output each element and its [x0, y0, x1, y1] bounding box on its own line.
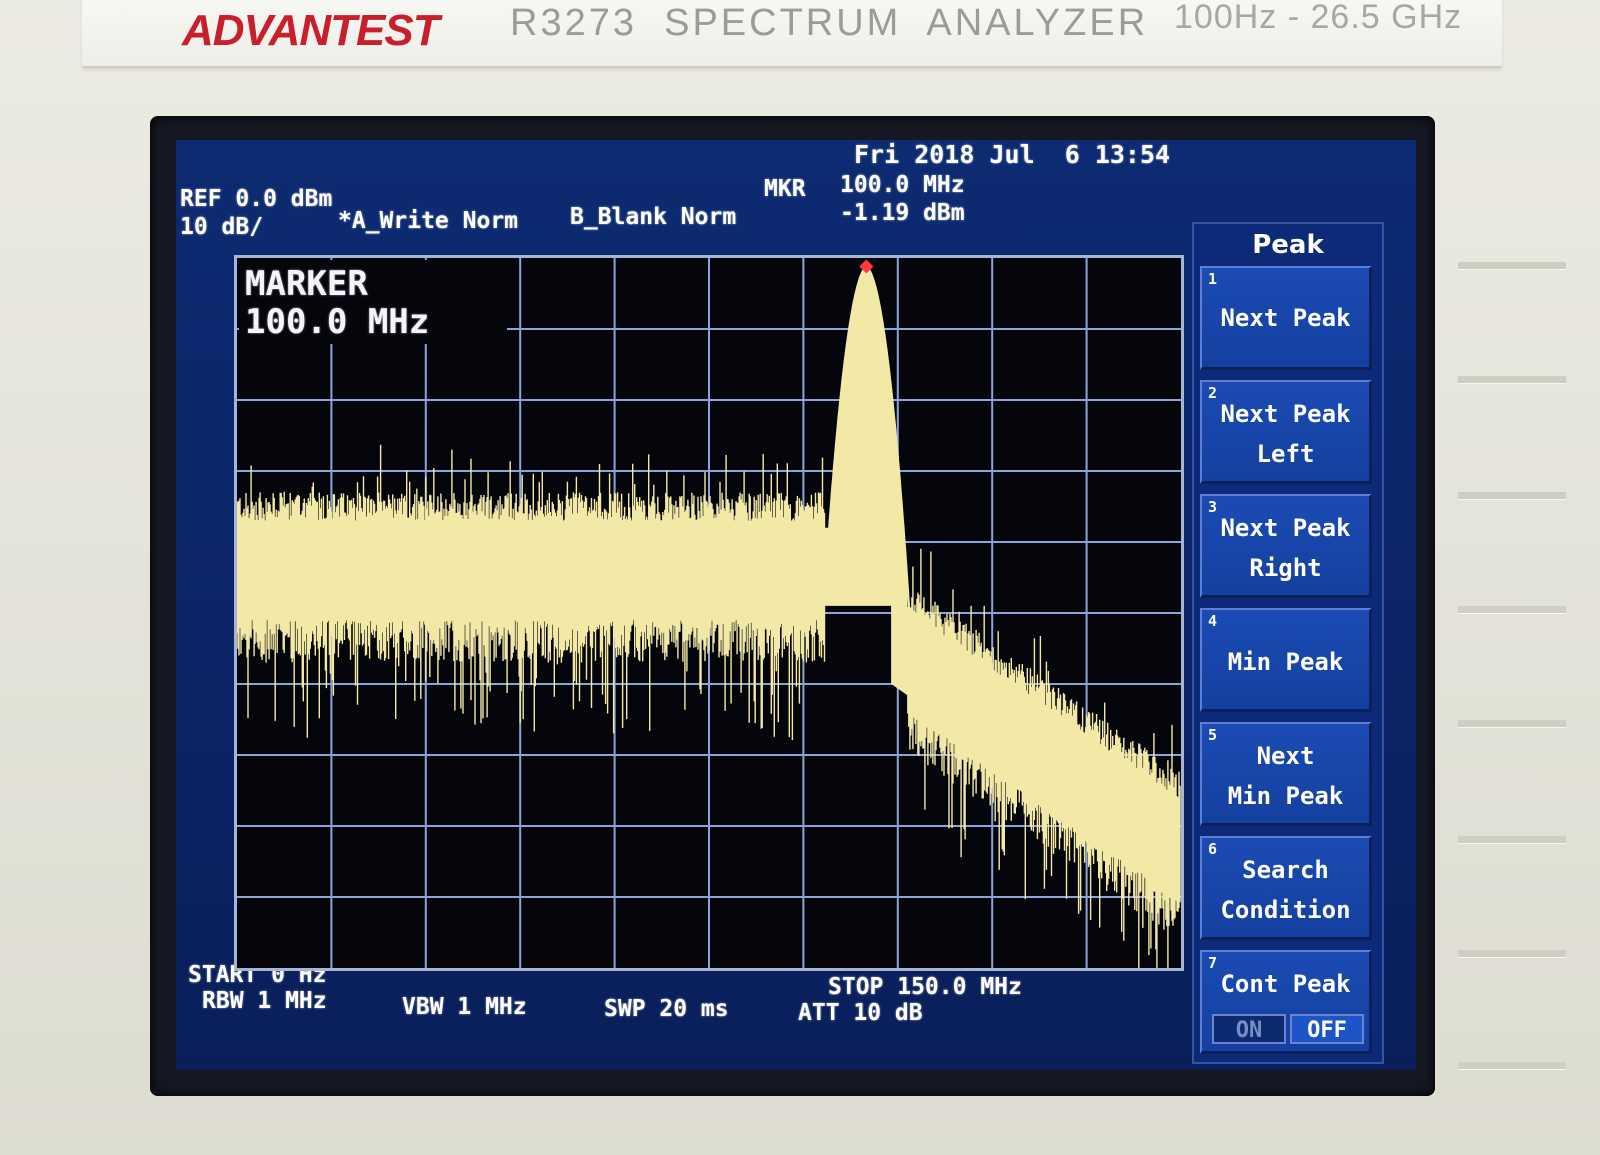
spectrum-plot: MARKER 100.0 MHz	[234, 255, 1184, 971]
bezel-rail	[1458, 836, 1566, 844]
vbw: VBW 1 MHz	[402, 994, 527, 1020]
marker-frequency: 100.0 MHz	[840, 172, 965, 198]
marker-label: MKR	[764, 176, 806, 202]
softkey-label: Min Peak	[1227, 648, 1344, 676]
trace-b-status: B_Blank Norm	[570, 204, 737, 230]
softkey-label: Next Peak	[1220, 400, 1351, 428]
softkey-label-line2: Left	[1256, 440, 1315, 468]
cont-peak-off-toggle[interactable]: OFF	[1290, 1014, 1364, 1044]
softkey-search-condition[interactable]: 6 Search Condition	[1200, 836, 1372, 940]
cont-peak-on-toggle[interactable]: ON	[1212, 1014, 1286, 1044]
softkey-next-peak-right[interactable]: 3 Next Peak Right	[1200, 494, 1372, 598]
softkey-label-line2: Right	[1249, 554, 1322, 582]
attenuation: ATT 10 dB	[798, 1000, 923, 1026]
instrument-bezel: ADVANTEST R3273 SPECTRUM ANALYZER 100Hz …	[0, 0, 1600, 1155]
softkey-label: Cont Peak	[1220, 970, 1351, 998]
softkey-label: Next Peak	[1220, 514, 1351, 542]
softkey-label: Next	[1256, 742, 1315, 770]
bezel-rail	[1458, 492, 1566, 500]
brand-logo: ADVANTEST	[182, 6, 440, 55]
scale-per-div: 10 dB/	[180, 214, 264, 240]
rbw: RBW 1 MHz	[202, 988, 327, 1014]
softkey-cont-peak[interactable]: 7 Cont Peak ON OFF	[1200, 950, 1372, 1054]
ref-level: REF 0.0 dBm	[180, 186, 333, 212]
bezel-rail	[1458, 376, 1566, 384]
softkey-number: 4	[1208, 612, 1218, 630]
marker-box-value: 100.0 MHz	[245, 302, 430, 342]
softkey-label-line2: Condition	[1220, 896, 1351, 924]
datetime: Fri 2018 Jul 6 13:54	[854, 140, 1171, 169]
menu-title: Peak	[1252, 230, 1324, 260]
softkey-label: Next Peak	[1220, 304, 1351, 332]
model-name: R3273 SPECTRUM ANALYZER	[510, 2, 1149, 44]
brand-strip: ADVANTEST R3273 SPECTRUM ANALYZER 100Hz …	[82, 0, 1502, 68]
softkey-label: Search	[1242, 856, 1329, 884]
marker-box-label: MARKER	[245, 264, 368, 304]
softkey-next-min-peak[interactable]: 5 Next Min Peak	[1200, 722, 1372, 826]
spectrum-svg	[237, 258, 1181, 968]
softkey-menu: Peak 1 Next Peak 2 Next Peak Left 3 Next…	[1192, 222, 1384, 1064]
bezel-rail	[1458, 720, 1566, 728]
stop-frequency: STOP 150.0 MHz	[828, 974, 1022, 1000]
softkey-number: 1	[1208, 270, 1218, 288]
bezel-rail	[1458, 1062, 1566, 1070]
softkey-next-peak-left[interactable]: 2 Next Peak Left	[1200, 380, 1372, 484]
frequency-range: 100Hz - 26.5 GHz	[1174, 0, 1463, 36]
softkey-next-peak[interactable]: 1 Next Peak	[1200, 266, 1372, 370]
trace-a-status: *A_Write Norm	[338, 208, 519, 234]
marker-level: -1.19 dBm	[840, 200, 965, 226]
softkey-label-line2: Min Peak	[1227, 782, 1344, 810]
bezel-rail	[1458, 262, 1566, 270]
bezel-rail	[1458, 606, 1566, 614]
softkey-min-peak[interactable]: 4 Min Peak	[1200, 608, 1372, 712]
marker-point	[859, 259, 874, 274]
bezel-rail	[1458, 950, 1566, 958]
sweep-time: SWP 20 ms	[604, 996, 729, 1022]
